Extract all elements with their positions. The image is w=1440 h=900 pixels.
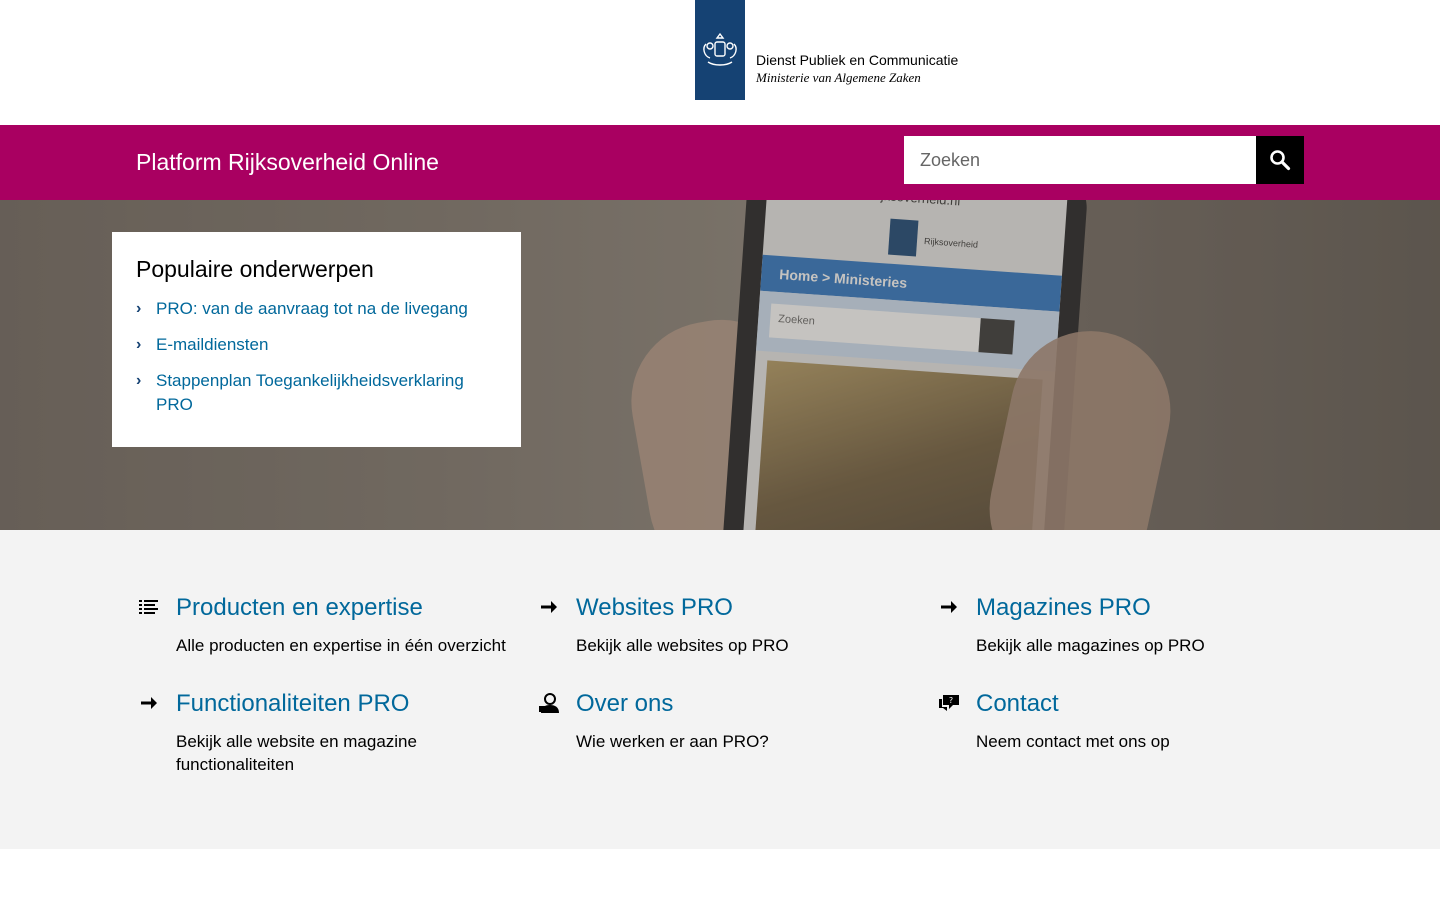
coat-of-arms-icon xyxy=(703,32,737,66)
rijksoverheid-logo[interactable] xyxy=(695,0,745,100)
tile-title[interactable]: Over ons xyxy=(576,690,673,718)
footer-spacer xyxy=(0,849,1440,900)
tile-description: Wie werken er aan PRO? xyxy=(576,732,769,751)
tile-description: Bekijk alle website en magazine function… xyxy=(176,732,417,774)
search-icon xyxy=(1270,150,1291,171)
popular-topic-item: › PRO: van de aanvraag tot na de livegan… xyxy=(136,297,497,321)
tiles-section: Producten en expertise Alle producten en… xyxy=(0,530,1440,849)
navbar: Platform Rijksoverheid Online xyxy=(0,125,1440,200)
popular-topic-item: › Stappenplan Toegankelijkheidsverklarin… xyxy=(136,369,497,417)
chevron-right-icon: › xyxy=(136,336,142,353)
logo-line-1: Dienst Publiek en Communicatie xyxy=(756,52,959,68)
popular-topics-list: › PRO: van de aanvraag tot na de livegan… xyxy=(136,297,497,417)
person-icon xyxy=(538,692,560,714)
logo-line-2: Ministerie van Algemene Zaken xyxy=(756,70,921,85)
tile-title[interactable]: Functionaliteiten PRO xyxy=(176,690,409,718)
popular-topics-box: Populaire onderwerpen › PRO: van de aanv… xyxy=(112,232,521,447)
tile-title[interactable]: Contact xyxy=(976,690,1059,718)
chevron-right-icon: › xyxy=(136,300,142,317)
popular-topic-link[interactable]: E-maildiensten xyxy=(156,335,268,354)
popular-topic-link[interactable]: PRO: van de aanvraag tot na de livegang xyxy=(156,299,468,318)
search-form xyxy=(904,136,1304,184)
tile-description: Bekijk alle websites op PRO xyxy=(576,636,789,655)
svg-text:?: ? xyxy=(949,696,953,705)
tile-title[interactable]: Producten en expertise xyxy=(176,594,423,622)
search-button[interactable] xyxy=(1256,136,1304,184)
tile-description: Bekijk alle magazines op PRO xyxy=(976,636,1205,655)
arrow-right-icon xyxy=(938,596,960,618)
tile-title[interactable]: Websites PRO xyxy=(576,594,733,622)
chat-icon: ? xyxy=(938,692,960,714)
search-input[interactable] xyxy=(904,136,1256,184)
popular-topic-link[interactable]: Stappenplan Toegankelijkheidsverklaring … xyxy=(156,371,464,414)
hero-banner: rijksoverheid.nl Rijksoverheid Home > Mi… xyxy=(0,200,1440,530)
logo-bar: Dienst Publiek en Communicatie Ministeri… xyxy=(0,0,1440,125)
tile-title[interactable]: Magazines PRO xyxy=(976,594,1151,622)
list-icon xyxy=(138,596,160,618)
arrow-right-icon xyxy=(538,596,560,618)
tile-description: Neem contact met ons op xyxy=(976,732,1170,751)
popular-topics-title: Populaire onderwerpen xyxy=(136,256,374,282)
popular-topic-item: › E-maildiensten xyxy=(136,333,497,357)
chevron-right-icon: › xyxy=(136,372,142,389)
site-title[interactable]: Platform Rijksoverheid Online xyxy=(136,149,439,176)
logo-wordmark: Dienst Publiek en Communicatie Ministeri… xyxy=(756,51,958,87)
tile-description: Alle producten en expertise in één overz… xyxy=(176,636,506,655)
arrow-right-icon xyxy=(138,692,160,714)
